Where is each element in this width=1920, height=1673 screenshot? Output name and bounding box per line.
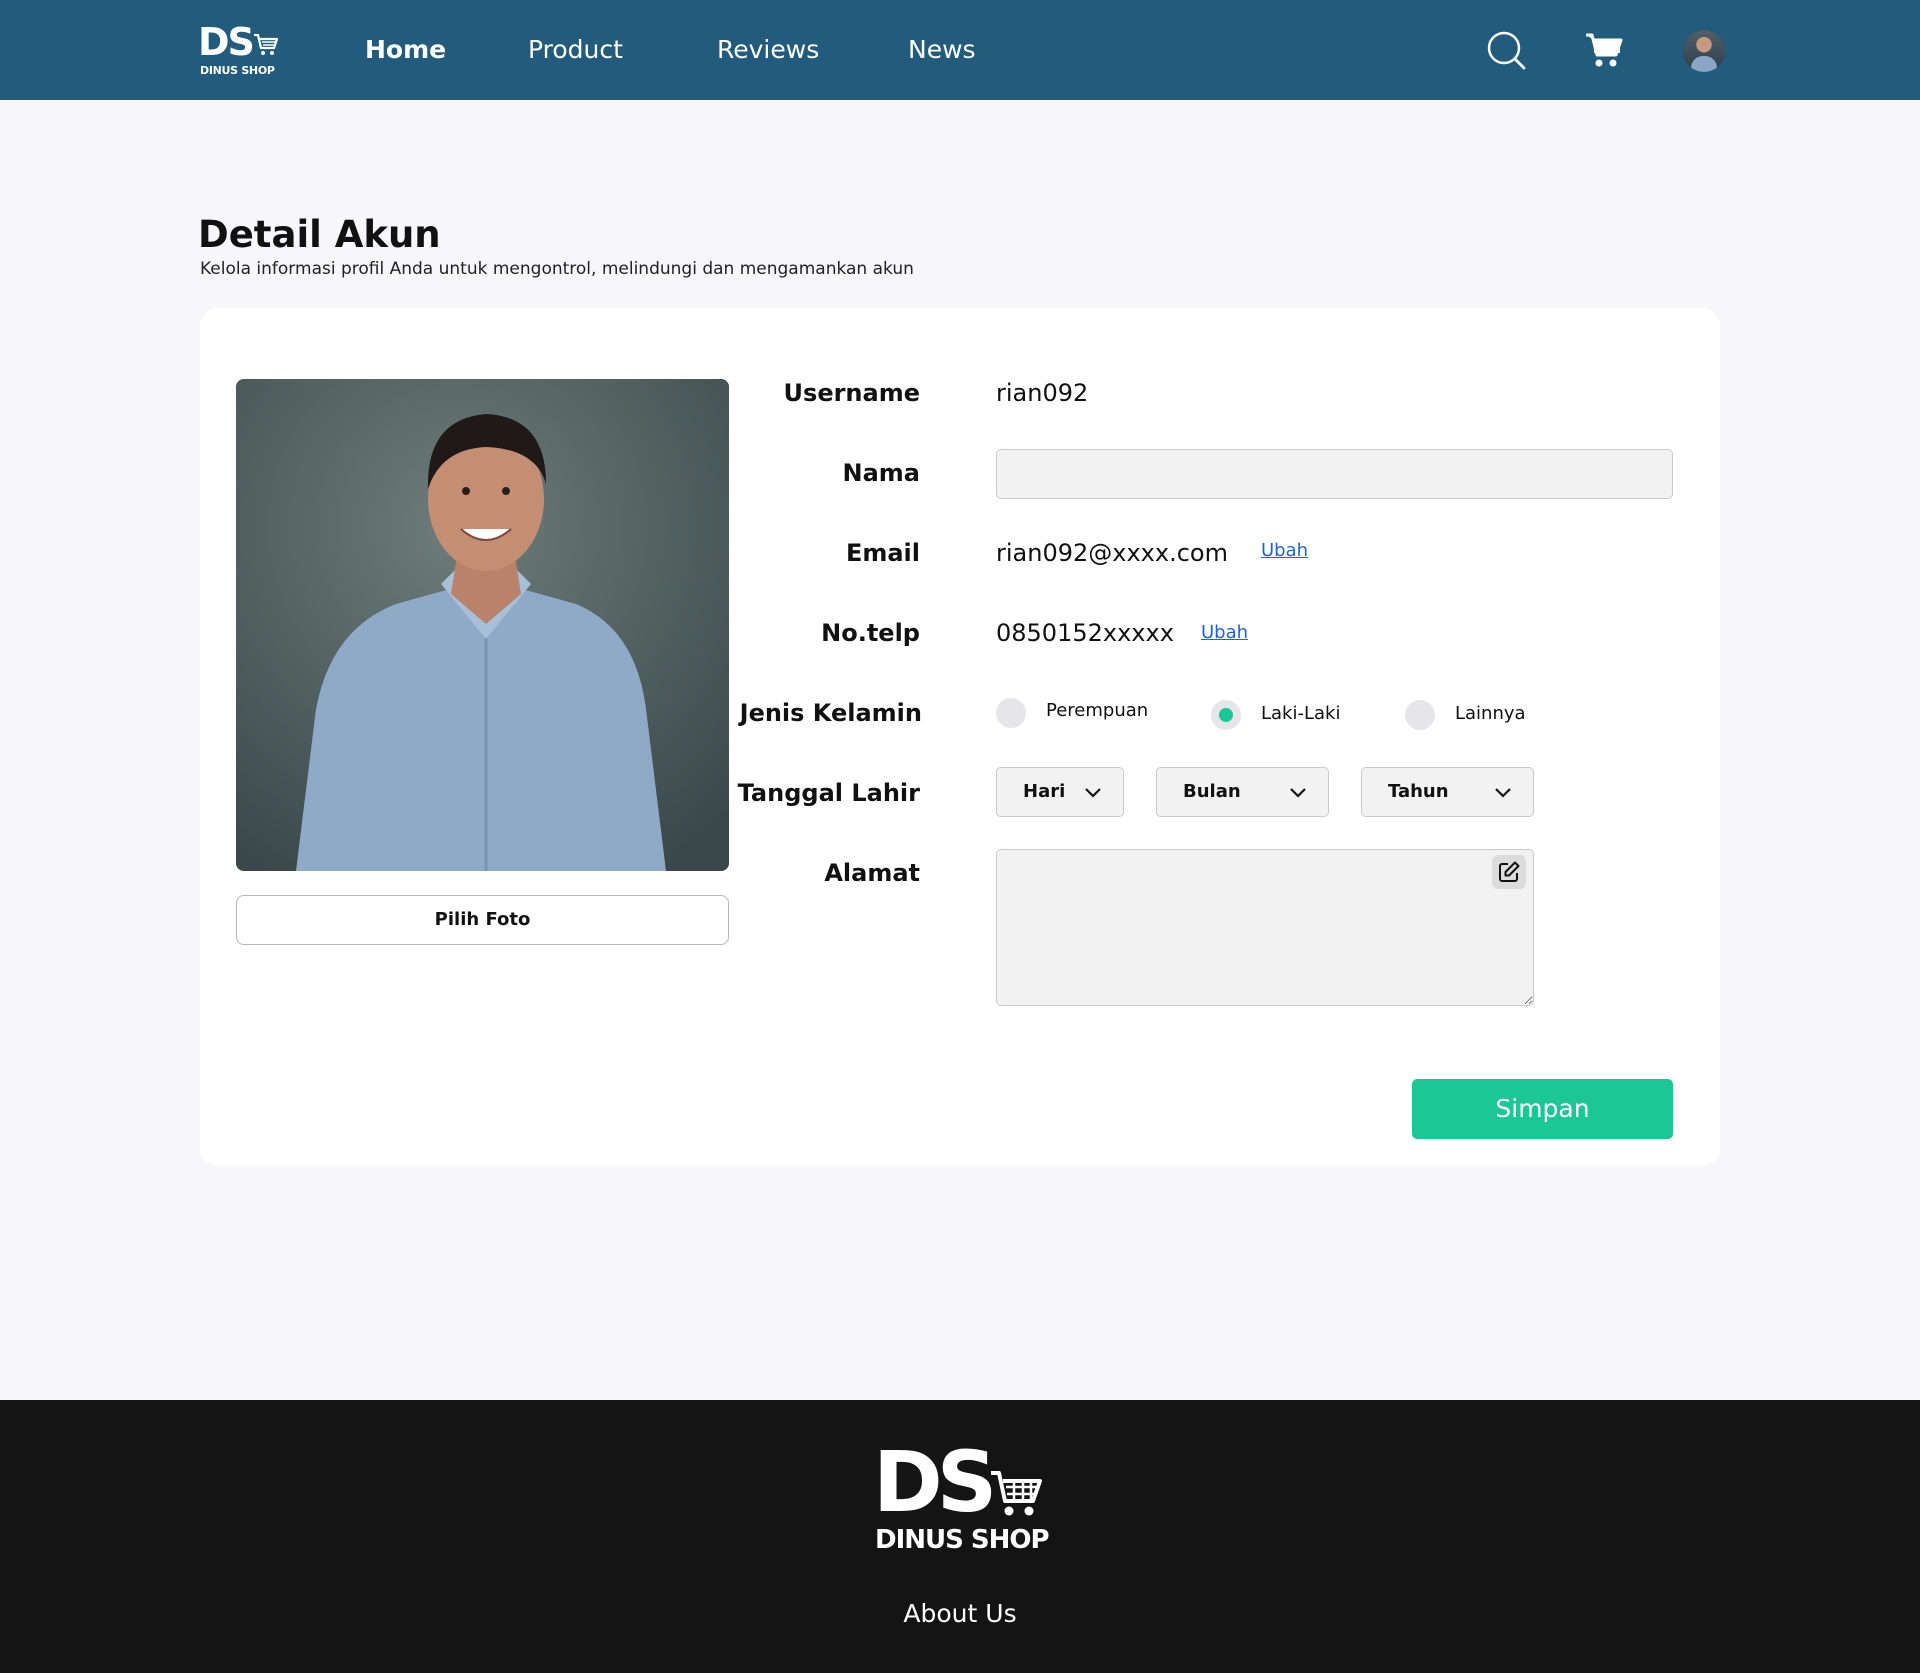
nav-news[interactable]: News <box>908 30 976 70</box>
username-value: rian092 <box>996 379 1089 407</box>
save-button[interactable]: Simpan <box>1412 1079 1673 1139</box>
birthdate-label: Tanggal Lahir <box>737 779 920 807</box>
gender-option-lainnya: Lainnya <box>1455 703 1526 724</box>
email-change-link[interactable]: Ubah <box>1261 540 1308 562</box>
avatar[interactable] <box>1683 30 1725 72</box>
gender-option-perempuan: Perempuan <box>1046 700 1149 721</box>
dinus-shop-logo[interactable]: DS DINUS SHOP <box>198 22 280 78</box>
nav-home[interactable]: Home <box>365 30 446 70</box>
logo-text: DS <box>198 20 255 64</box>
email-value: rian092@xxxx.com <box>996 539 1228 567</box>
chevron-down-icon <box>1290 788 1306 798</box>
address-textarea[interactable] <box>996 849 1534 1006</box>
choose-photo-button[interactable]: Pilih Foto <box>236 895 729 945</box>
footer-logo-subtext: DINUS SHOP <box>875 1525 1050 1555</box>
gender-option-laki-laki: Laki-Laki <box>1261 703 1341 724</box>
chevron-down-icon <box>1085 788 1101 798</box>
about-us-link[interactable]: About Us <box>0 1598 1920 1630</box>
footer-logo[interactable]: DS DINUS SHOP <box>873 1433 1050 1557</box>
nav-reviews[interactable]: Reviews <box>717 30 819 70</box>
nav-product[interactable]: Product <box>528 30 623 70</box>
phone-change-link[interactable]: Ubah <box>1201 622 1248 644</box>
search-icon[interactable] <box>1484 28 1528 72</box>
nama-label: Nama <box>842 459 920 487</box>
footer-logo-text: DS <box>873 1433 997 1531</box>
page-subtitle: Kelola informasi profil Anda untuk mengo… <box>200 259 914 279</box>
gender-radio-laki-laki[interactable] <box>1211 700 1241 730</box>
phone-value: 0850152xxxxx <box>996 619 1174 647</box>
chevron-down-icon <box>1495 788 1511 798</box>
email-label: Email <box>845 539 920 567</box>
birth-day-value: Hari <box>1023 781 1066 802</box>
birth-day-select[interactable]: Hari <box>996 767 1124 817</box>
cart-icon[interactable] <box>1582 28 1626 72</box>
logo-cart-icon <box>254 33 279 55</box>
birth-month-select[interactable]: Bulan <box>1156 767 1329 817</box>
gender-radio-perempuan[interactable] <box>996 698 1026 728</box>
birth-year-select[interactable]: Tahun <box>1361 767 1534 817</box>
phone-label: No.telp <box>821 619 920 647</box>
username-label: Username <box>783 379 920 407</box>
profile-photo <box>236 379 729 871</box>
edit-icon[interactable] <box>1492 855 1526 889</box>
logo-subtext: DINUS SHOP <box>200 64 275 77</box>
gender-label: Jenis Kelamin <box>739 699 922 727</box>
gender-radio-lainnya[interactable] <box>1405 700 1435 730</box>
birth-month-value: Bulan <box>1183 781 1241 802</box>
birth-year-value: Tahun <box>1388 781 1449 802</box>
footer-logo-cart-icon <box>991 1471 1042 1516</box>
address-label: Alamat <box>824 859 920 887</box>
nama-input[interactable] <box>996 449 1673 499</box>
page-title: Detail Akun <box>198 213 441 256</box>
